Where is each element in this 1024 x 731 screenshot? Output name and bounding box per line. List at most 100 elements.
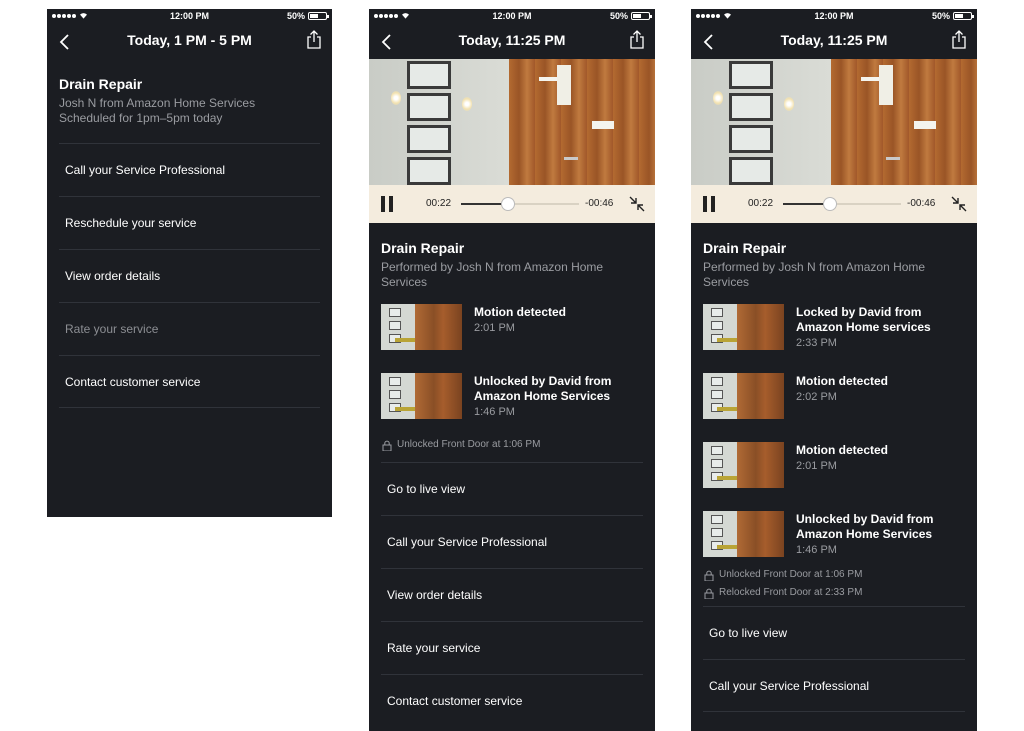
back-chevron-icon[interactable]	[701, 33, 717, 51]
lock-icon	[704, 588, 714, 599]
activity-list: Locked by David from Amazon Home service…	[691, 290, 977, 605]
menu-item-label: View order details	[387, 588, 483, 602]
menu-item-label: Rate your service	[387, 641, 481, 655]
collapse-icon[interactable]	[950, 195, 968, 213]
menu-item-live-view[interactable]: Go to live view	[381, 462, 643, 515]
battery-percent: 50%	[931, 11, 950, 21]
menu-item-rate-service[interactable]: Rate your service	[381, 621, 643, 674]
activity-title: Motion detected	[796, 374, 888, 388]
activity-text: Motion detected 2:01 PM	[474, 305, 644, 336]
wall-lamp-icon	[391, 91, 401, 105]
back-chevron-icon[interactable]	[379, 33, 395, 51]
menu-item-view-order[interactable]: View order details	[381, 568, 643, 621]
activity-item[interactable]: Motion detected 2:01 PM	[381, 304, 643, 373]
activity-thumbnail	[703, 373, 784, 419]
status-bar: 12:00 PM 50%	[691, 9, 977, 25]
menu-item-view-order[interactable]: View order details	[59, 249, 320, 302]
player-controls: 00:22 -00:46	[369, 185, 655, 223]
back-chevron-icon[interactable]	[57, 33, 73, 51]
activity-time: 2:33 PM	[796, 337, 837, 349]
menu-item-label: Call your Service Professional	[387, 535, 548, 549]
battery-indicator: 50%	[286, 11, 329, 21]
nav-bar: Today, 1 PM - 5 PM	[47, 25, 332, 59]
activity-time: 1:46 PM	[474, 406, 515, 418]
progress-fill	[461, 203, 509, 205]
menu-item-label: Contact customer service	[65, 375, 201, 389]
pause-icon[interactable]	[703, 196, 717, 212]
activity-thumbnail	[703, 304, 784, 350]
action-menu: Call your Service Professional Reschedul…	[59, 143, 320, 408]
activity-time: 2:02 PM	[796, 391, 837, 403]
scrub-knob[interactable]	[502, 198, 515, 210]
battery-percent: 50%	[609, 11, 628, 21]
menu-item-contact-support[interactable]: Contact customer service	[381, 674, 643, 727]
battery-indicator: 50%	[931, 11, 974, 21]
pause-icon[interactable]	[381, 196, 395, 212]
elapsed-time: 00:22	[748, 198, 774, 209]
activity-text: Motion detected 2:01 PM	[796, 443, 966, 474]
activity-time: 2:01 PM	[474, 322, 515, 334]
phone-screen-completed: 12:00 PM 50% Today, 11:25 PM 00:22 -00:4…	[369, 9, 655, 731]
activity-item[interactable]: Locked by David from Amazon Home service…	[703, 304, 965, 373]
menu-item-live-view[interactable]: Go to live view	[703, 606, 965, 659]
wall-lamp-icon	[784, 97, 794, 111]
activity-thumbnail	[381, 304, 462, 350]
activity-item[interactable]: Unlocked by David from Amazon Home Servi…	[703, 511, 965, 569]
menu-item-label: Go to live view	[387, 482, 466, 496]
service-performer: Performed by Josh N from Amazon Home Ser…	[381, 260, 604, 289]
activity-title: Unlocked by David from Amazon Home Servi…	[474, 374, 612, 403]
activity-time: 1:46 PM	[796, 544, 837, 556]
lock-icon	[382, 440, 392, 451]
battery-icon	[953, 12, 974, 20]
lock-event-text: Unlocked Front Door at 1:06 PM	[397, 439, 541, 450]
share-icon[interactable]	[306, 29, 322, 49]
menu-item-call-professional[interactable]: Call your Service Professional	[59, 143, 320, 196]
menu-item-label: View order details	[65, 269, 161, 283]
lock-icon	[704, 570, 714, 581]
share-icon[interactable]	[951, 29, 967, 49]
activity-text: Unlocked by David from Amazon Home Servi…	[796, 512, 966, 558]
menu-item-call-professional[interactable]: Call your Service Professional	[703, 659, 965, 712]
progress-track[interactable]	[461, 198, 579, 210]
share-icon[interactable]	[629, 29, 645, 49]
service-provider: Josh N from Amazon Home Services	[59, 96, 256, 110]
activity-item[interactable]: Motion detected 2:02 PM	[703, 373, 965, 442]
wall-lamp-icon	[713, 91, 723, 105]
activity-item[interactable]: Motion detected 2:01 PM	[703, 442, 965, 511]
service-header: Drain Repair Performed by Josh N from Am…	[691, 223, 977, 290]
service-title: Drain Repair	[381, 240, 465, 256]
doorway-video-frame[interactable]	[691, 59, 977, 185]
lock-event-text: Relocked Front Door at 2:33 PM	[719, 587, 863, 598]
menu-item-call-professional[interactable]: Call your Service Professional	[381, 515, 643, 568]
menu-item-reschedule[interactable]: Reschedule your service	[59, 196, 320, 249]
progress-track[interactable]	[783, 198, 901, 210]
player-controls: 00:22 -00:46	[691, 185, 977, 223]
service-header: Drain Repair Performed by Josh N from Am…	[369, 223, 655, 290]
activity-text: Motion detected 2:02 PM	[796, 374, 966, 405]
action-menu: Go to live view Call your Service Profes…	[703, 606, 965, 712]
remaining-time: -00:46	[907, 198, 936, 209]
menu-item-label: Call your Service Professional	[65, 163, 226, 177]
activity-title: Unlocked by David from Amazon Home Servi…	[796, 512, 934, 541]
collapse-icon[interactable]	[628, 195, 646, 213]
nav-title: Today, 1 PM - 5 PM	[127, 32, 252, 48]
wall-lamp-icon	[462, 97, 472, 111]
activity-text: Unlocked by David from Amazon Home Servi…	[474, 374, 644, 420]
menu-item-rate-service: Rate your service	[59, 302, 320, 355]
activity-thumbnail	[703, 511, 784, 557]
battery-icon	[308, 12, 329, 20]
elapsed-time: 00:22	[426, 198, 452, 209]
service-performer: Performed by Josh N from Amazon Home Ser…	[703, 260, 926, 289]
activity-item[interactable]: Unlocked by David from Amazon Home Servi…	[381, 373, 643, 439]
nav-title: Today, 11:25 PM	[780, 32, 888, 48]
menu-item-label: Rate your service	[65, 322, 159, 336]
video-player: 00:22 -00:46	[369, 59, 655, 223]
scrub-knob[interactable]	[824, 198, 837, 210]
doorway-video-frame[interactable]	[369, 59, 655, 185]
status-bar: 12:00 PM 50%	[369, 9, 655, 25]
menu-item-label: Reschedule your service	[65, 216, 197, 230]
menu-item-contact-support[interactable]: Contact customer service	[59, 355, 320, 408]
phone-screen-scheduled: 12:00 PM 50% Today, 1 PM - 5 PM Drain Re…	[47, 9, 332, 517]
battery-percent: 50%	[286, 11, 305, 21]
menu-item-label: Go to live view	[709, 626, 788, 640]
